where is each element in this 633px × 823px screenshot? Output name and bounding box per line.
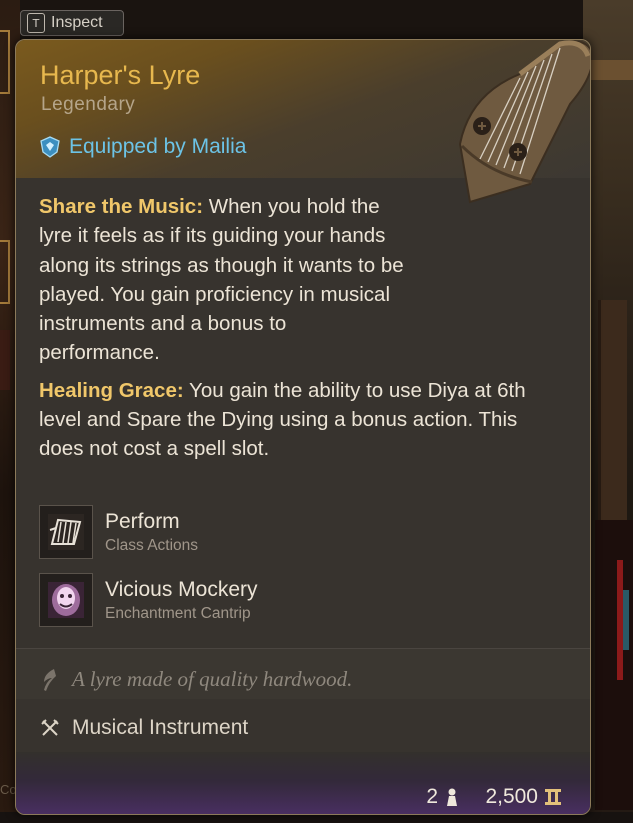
equipped-shield-icon (40, 136, 60, 158)
equipped-status: Equipped by Mailia (39, 135, 246, 159)
passive-title: Healing Grace: (39, 378, 184, 402)
tooltip-footer: 2 2,500 (16, 752, 590, 814)
vicious-mockery-icon (39, 573, 93, 627)
item-type: Musical Instrument (72, 716, 249, 739)
item-rarity: Legendary (41, 94, 136, 115)
background-trim (591, 60, 633, 80)
inspect-label: Inspect (51, 14, 103, 31)
hotbar-frame (0, 330, 10, 390)
granted-action-vicious-mockery[interactable]: Vicious Mockery Enchantment Cantrip (39, 573, 258, 627)
gold-icon (545, 789, 561, 805)
passive-description: Healing Grace: You gain the ability to u… (39, 376, 534, 464)
background-bar (623, 590, 629, 650)
hotbar-frame (0, 30, 10, 94)
flavor-text: A lyre made of quality hardwood. (72, 667, 353, 691)
action-subtitle: Class Actions (105, 536, 199, 554)
weight-icon (447, 788, 457, 806)
hotbar-frame (0, 240, 10, 304)
background-pillar (598, 300, 627, 520)
equipped-label: Equipped by Mailia (69, 135, 247, 158)
crossed-swords-icon (41, 719, 59, 736)
passive-title: Share the Music: (39, 195, 204, 218)
flavor-row: A lyre made of quality hardwood. (40, 667, 352, 692)
action-subtitle: Enchantment Cantrip (105, 604, 251, 622)
item-value: 2,500 (485, 785, 562, 809)
lyre-item-icon (458, 40, 590, 204)
quill-icon (44, 668, 56, 691)
inspect-button[interactable]: T Inspect (20, 10, 124, 36)
passive-description: Share the Music: When you hold the lyre … (39, 192, 404, 368)
item-name: Harper's Lyre (40, 60, 201, 90)
granted-action-perform[interactable]: Perform Class Actions (39, 505, 198, 559)
background-panel (595, 520, 633, 810)
gold-value: 2,500 (485, 785, 538, 808)
action-name: Perform (105, 509, 180, 533)
action-name: Vicious Mockery (105, 577, 258, 601)
keybind-key: T (27, 13, 45, 33)
item-type-row: Musical Instrument (40, 716, 248, 740)
item-weight: 2 (426, 785, 460, 809)
perform-icon (39, 505, 93, 559)
passive-text: When you hold the lyre it feels as if it… (39, 195, 404, 365)
item-tooltip: Harper's Lyre Legendary Equipped by Mail… (15, 39, 591, 815)
item-description: Share the Music: When you hold the lyre … (39, 192, 534, 472)
weight-value: 2 (426, 785, 438, 808)
